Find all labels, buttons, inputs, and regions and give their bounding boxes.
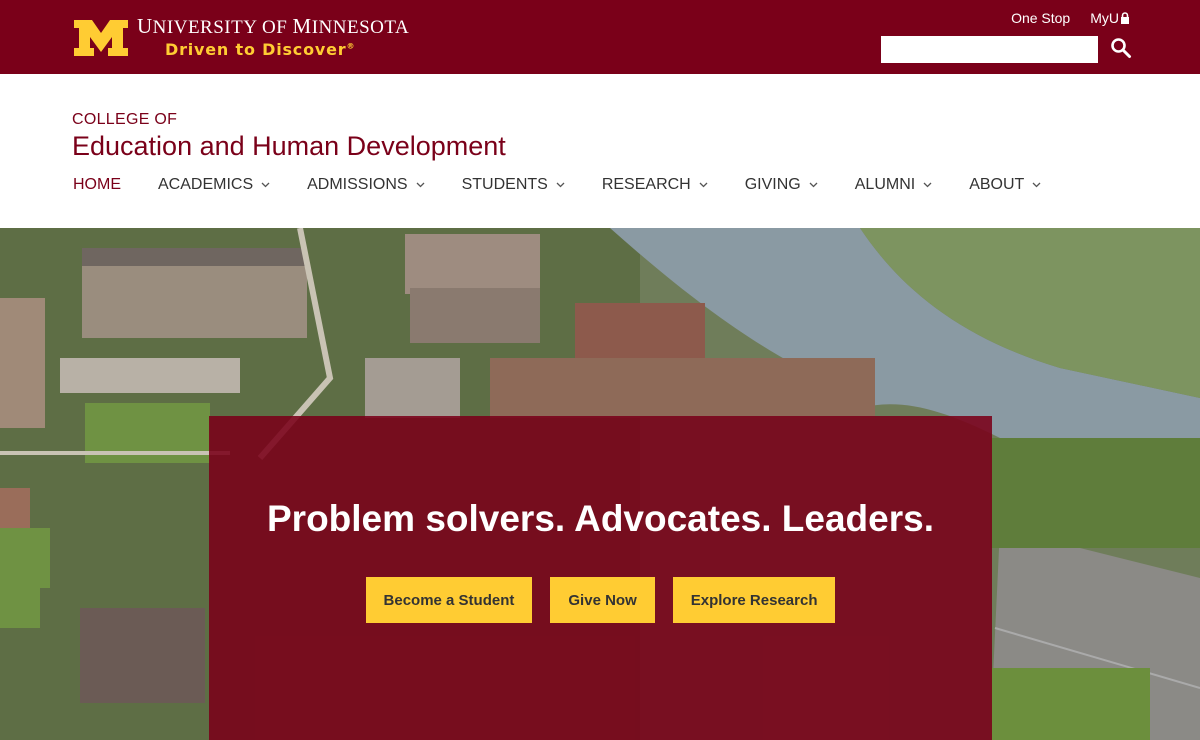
nav-item-giving[interactable]: GIVING xyxy=(745,176,818,194)
university-name-initial: U xyxy=(137,14,153,38)
chevron-down-icon xyxy=(809,182,818,188)
nav-label: HOME xyxy=(73,176,121,193)
block-m-logo-icon[interactable] xyxy=(72,20,130,56)
college-header: COLLEGE OF Education and Human Developme… xyxy=(0,74,1200,228)
nav-label: RESEARCH xyxy=(601,176,691,193)
college-prefix: COLLEGE OF xyxy=(72,111,178,128)
college-name[interactable]: Education and Human Development xyxy=(72,131,506,162)
explore-research-button[interactable]: Explore Research xyxy=(672,577,836,623)
nav-label: STUDENTS xyxy=(461,176,548,193)
myu-link[interactable]: MyU xyxy=(1090,10,1130,26)
search-input[interactable] xyxy=(881,36,1098,63)
chevron-down-icon xyxy=(416,182,425,188)
hero-section: Problem solvers. Advocates. Leaders. Bec… xyxy=(0,228,1200,740)
nav-item-academics[interactable]: ACADEMICS xyxy=(158,176,270,194)
lock-icon xyxy=(1121,12,1129,24)
search-button[interactable] xyxy=(1108,36,1134,63)
nav-label: GIVING xyxy=(744,176,801,193)
chevron-down-icon xyxy=(556,182,565,188)
nav-label: ACADEMICS xyxy=(158,176,254,193)
university-name-end: INNESOTA xyxy=(311,17,410,38)
nav-item-home[interactable]: HOME xyxy=(73,176,121,194)
utility-links: One Stop MyU xyxy=(1011,10,1130,26)
registered-mark: ® xyxy=(346,41,356,51)
chevron-down-icon xyxy=(1032,182,1041,188)
university-name[interactable]: UNIVERSITY OF MINNESOTA xyxy=(137,14,409,39)
give-now-button[interactable]: Give Now xyxy=(550,577,655,623)
nav-label: ALUMNI xyxy=(854,176,916,193)
nav-label: ABOUT xyxy=(969,176,1025,193)
university-name-initial-m: M xyxy=(292,14,312,38)
nav-item-students[interactable]: STUDENTS xyxy=(462,176,565,194)
search-icon xyxy=(1111,38,1131,58)
chevron-down-icon xyxy=(923,182,932,188)
tagline-text: Driven to Discover xyxy=(165,40,347,59)
hero-cta-row: Become a Student Give Now Explore Resear… xyxy=(209,577,992,623)
nav-item-alumni[interactable]: ALUMNI xyxy=(855,176,932,194)
chevron-down-icon xyxy=(261,182,270,188)
main-nav: HOME ACADEMICS ADMISSIONS STUDENTS RESEA… xyxy=(73,176,1078,194)
tagline: Driven to Discover® xyxy=(165,40,355,59)
one-stop-link[interactable]: One Stop xyxy=(1011,10,1070,26)
myu-label: MyU xyxy=(1090,10,1119,26)
nav-label: ADMISSIONS xyxy=(307,176,408,193)
hero-headline: Problem solvers. Advocates. Leaders. xyxy=(267,498,934,539)
nav-item-research[interactable]: RESEARCH xyxy=(602,176,708,194)
nav-item-about[interactable]: ABOUT xyxy=(969,176,1041,194)
hero-overlay-box: Problem solvers. Advocates. Leaders. Bec… xyxy=(209,416,992,740)
nav-item-admissions[interactable]: ADMISSIONS xyxy=(307,176,425,194)
university-header-bar: UNIVERSITY OF MINNESOTA Driven to Discov… xyxy=(0,0,1200,74)
chevron-down-icon xyxy=(699,182,708,188)
become-a-student-button[interactable]: Become a Student xyxy=(365,577,533,623)
university-name-part: NIVERSITY OF xyxy=(152,17,293,38)
